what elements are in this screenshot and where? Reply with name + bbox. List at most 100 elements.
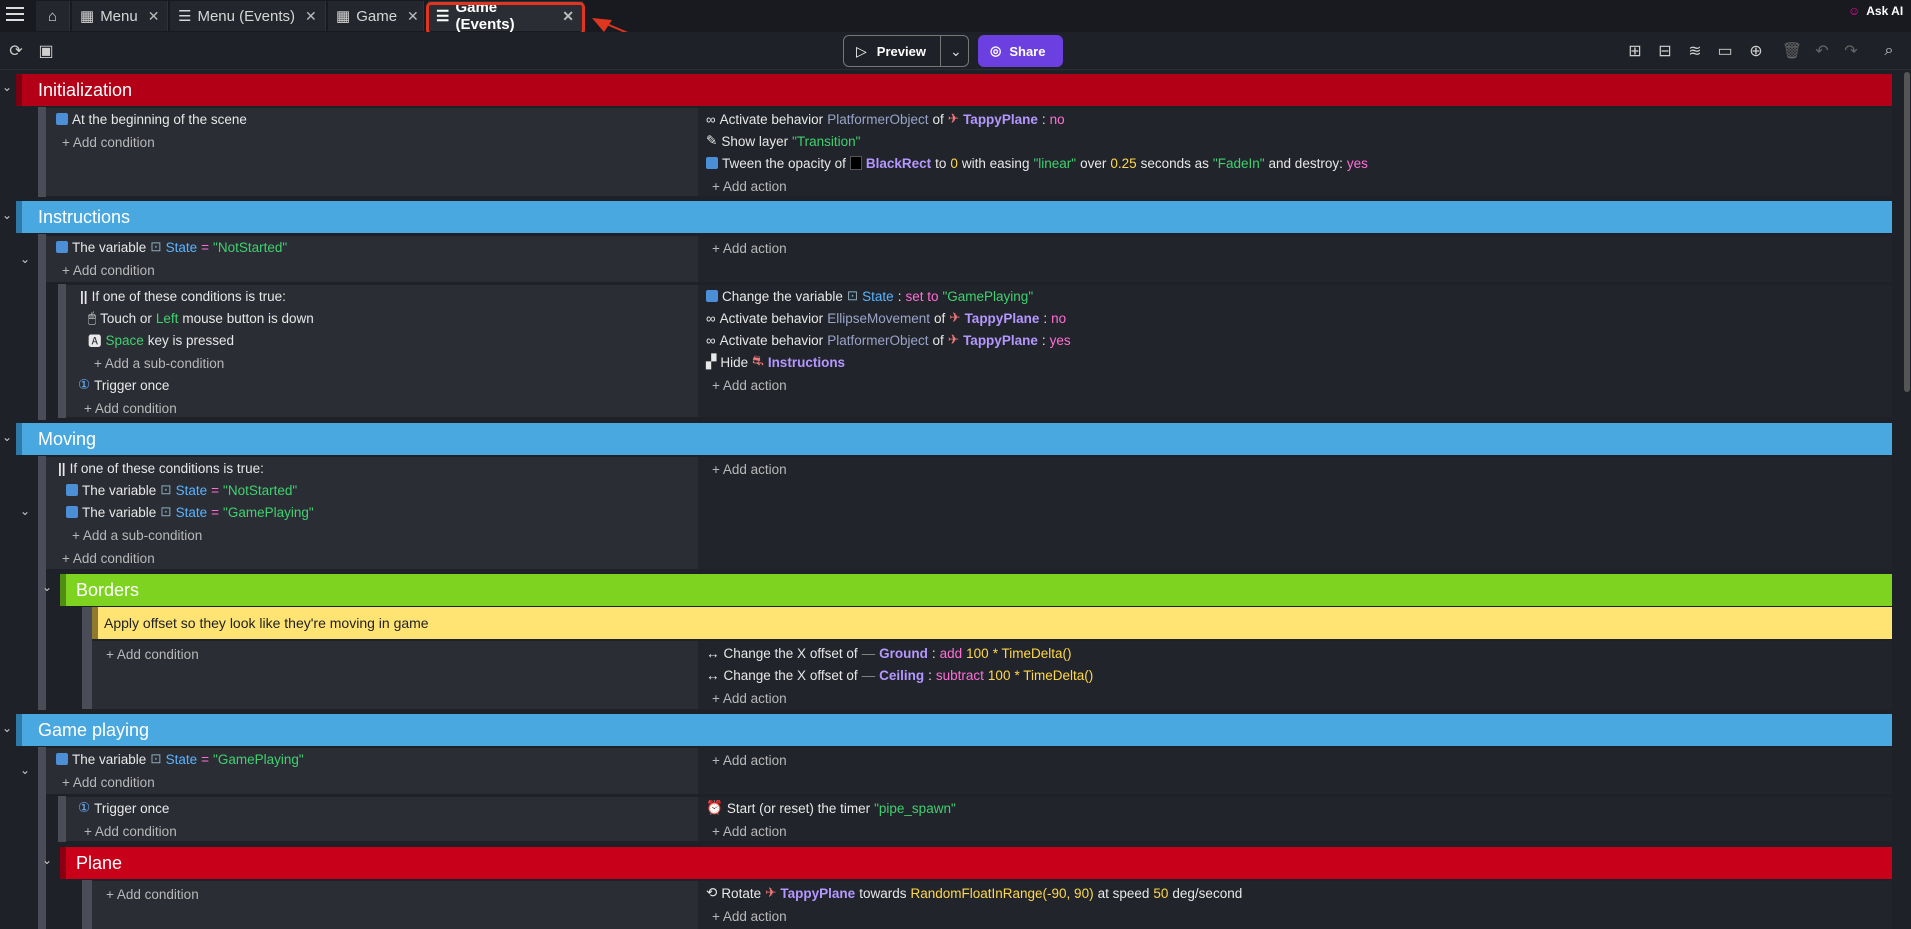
add-condition-link[interactable]: + Add condition — [62, 772, 155, 792]
scene-variable-icon: ⊡ — [150, 751, 162, 766]
add-condition-link[interactable]: + Add condition — [62, 548, 155, 568]
plane-icon: ✈ — [947, 111, 960, 126]
plane-icon: ✈ — [949, 310, 961, 325]
add-subcondition-link[interactable]: + Add a sub-condition — [72, 525, 202, 545]
layer-icon: ✎ — [706, 133, 718, 148]
chevron-down-icon[interactable]: ⌄ — [20, 252, 30, 266]
action-change-x-ceiling[interactable]: ↔ Change the X offset of — Ceiling: subtract… — [706, 665, 1093, 685]
condition-or-group[interactable]: || If one of these conditions is true: — [58, 458, 264, 478]
add-action-link[interactable]: + Add action — [712, 821, 787, 841]
play-icon: ▷ — [856, 42, 867, 59]
chevron-down-icon[interactable]: ⌄ — [950, 43, 962, 60]
comment-block[interactable]: Apply offset so they look like they're m… — [92, 607, 1892, 639]
share-button[interactable]: ◎ Share — [978, 35, 1063, 67]
condition-key-pressed[interactable]: 🅰 Space key is pressed — [88, 330, 234, 350]
scene-variable-icon: ⊡ — [846, 288, 859, 303]
condition-mouse-down[interactable]: 🖱 Touch or Left mouse button is down — [88, 308, 314, 328]
tween-icon — [706, 157, 718, 169]
action-hide[interactable]: ▞ Hide ⛐ Instructions — [706, 352, 845, 372]
add-action-link[interactable]: + Add action — [712, 688, 787, 708]
chevron-down-icon[interactable]: ⌄ — [20, 504, 30, 518]
condition-begin-scene[interactable]: At the beginning of the scene — [56, 109, 247, 129]
subevent-rail — [82, 607, 92, 709]
delete-icon[interactable]: 🗑 — [1781, 40, 1803, 62]
chevron-down-icon[interactable]: ⌄ — [2, 80, 12, 94]
condition-variable-state[interactable]: The variable ⊡ State = "GamePlaying" — [56, 749, 304, 769]
chevron-down-icon[interactable]: ⌄ — [42, 853, 52, 867]
action-rotate[interactable]: ⟲ Rotate ✈ TappyPlane towards RandomFloatInRa… — [706, 883, 1242, 903]
add-condition-link[interactable]: + Add condition — [62, 260, 155, 280]
close-icon[interactable]: ✕ — [305, 8, 317, 25]
plane-icon: ✈ — [765, 885, 777, 900]
close-icon[interactable]: ✕ — [148, 8, 160, 25]
group-game-playing[interactable]: Game playing — [16, 714, 1892, 746]
tab-menu-events[interactable]: ☰ Menu (Events) ✕ — [170, 1, 326, 31]
redo-icon[interactable]: ↷ — [1840, 40, 1862, 62]
event-rail — [38, 234, 46, 420]
subevent-rail — [82, 880, 92, 929]
chevron-down-icon[interactable]: ⌄ — [2, 721, 12, 735]
add-subcondition-link[interactable]: + Add a sub-condition — [94, 353, 224, 373]
condition-variable-state[interactable]: The variable ⊡ State = "GamePlaying" — [66, 502, 314, 522]
offset-icon: ↔ — [706, 645, 720, 661]
action-tween-opacity[interactable]: Tween the opacity of BlackRect to 0 with eas… — [706, 153, 1368, 173]
history-icon[interactable]: ⟳ — [5, 40, 27, 62]
group-plane[interactable]: Plane — [60, 847, 1892, 879]
variable-icon — [56, 753, 68, 765]
chevron-down-icon[interactable]: ⌄ — [20, 763, 30, 777]
vertical-scrollbar[interactable] — [1904, 72, 1910, 392]
add-other-icon[interactable]: ≋ — [1684, 40, 1706, 62]
add-condition-link[interactable]: + Add condition — [84, 821, 177, 841]
action-activate-behavior[interactable]: ∞ Activate behavior PlatformerObject of ✈ Tap… — [706, 109, 1065, 129]
condition-variable-state[interactable]: The variable ⊡ State = "NotStarted" — [66, 480, 297, 500]
add-condition-link[interactable]: + Add condition — [106, 644, 199, 664]
action-activate-platformer[interactable]: ∞ Activate behavior PlatformerObject of ✈ Tap… — [706, 330, 1071, 350]
scene-start-icon — [56, 113, 68, 125]
condition-trigger-once[interactable]: ① Trigger once — [78, 798, 169, 818]
tab-menu[interactable]: ▦ Menu ✕ — [72, 1, 168, 31]
comment-icon[interactable]: ▭ — [1714, 40, 1736, 62]
condition-or-group[interactable]: || If one of these conditions is true: — [80, 286, 286, 306]
keyboard-icon: 🅰 — [88, 334, 102, 349]
tab-game[interactable]: ▦ Game ✕ — [328, 1, 424, 31]
condition-variable-state[interactable]: The variable ⊡ State = "NotStarted" — [56, 237, 287, 257]
action-activate-ellipse[interactable]: ∞ Activate behavior EllipseMovement of ✈ Tapp… — [706, 308, 1066, 328]
subevent-rail — [58, 284, 66, 418]
add-event-icon[interactable]: ⊞ — [1624, 40, 1646, 62]
add-icon[interactable]: ⊕ — [1745, 40, 1767, 62]
ceiling-icon: — — [861, 667, 876, 683]
add-action-link[interactable]: + Add action — [712, 459, 787, 479]
chevron-down-icon[interactable]: ⌄ — [2, 208, 12, 222]
add-condition-link[interactable]: + Add condition — [106, 884, 199, 904]
add-action-link[interactable]: + Add action — [712, 375, 787, 395]
ai-icon: ☺ — [1848, 4, 1861, 18]
add-action-link[interactable]: + Add action — [712, 750, 787, 770]
action-change-variable[interactable]: Change the variable ⊡ State: set to "GamePla… — [706, 286, 1033, 306]
search-icon[interactable]: ⌕ — [1878, 40, 1900, 62]
preview-button[interactable]: ▷ Preview ⌄ — [843, 35, 969, 67]
action-change-x-ground[interactable]: ↔ Change the X offset of — Ground: add 100 * T… — [706, 643, 1071, 663]
variable-icon — [66, 484, 78, 496]
chevron-down-icon[interactable]: ⌄ — [2, 430, 12, 444]
group-moving[interactable]: Moving — [16, 423, 1892, 455]
add-action-link[interactable]: + Add action — [712, 906, 787, 926]
close-icon[interactable]: ✕ — [407, 8, 419, 25]
action-show-layer[interactable]: ✎ Show layer "Transition" — [706, 131, 860, 151]
undo-icon[interactable]: ↶ — [1811, 40, 1833, 62]
variable-icon — [56, 241, 68, 253]
chevron-down-icon[interactable]: ⌄ — [42, 580, 52, 594]
tab-home[interactable]: ⌂ — [36, 1, 70, 31]
ask-ai-button[interactable]: ☺ Ask AI — [1848, 4, 1903, 18]
add-subevent-icon[interactable]: ⊟ — [1654, 40, 1676, 62]
group-initialization[interactable]: Initialization — [16, 74, 1892, 106]
group-instructions[interactable]: Instructions — [16, 201, 1892, 233]
add-condition-link[interactable]: + Add condition — [62, 132, 155, 152]
save-icon[interactable]: ▣ — [35, 40, 57, 62]
menu-icon[interactable] — [6, 6, 24, 22]
action-start-timer[interactable]: ⏰ Start (or reset) the timer "pipe_spawn" — [706, 798, 956, 818]
add-condition-link[interactable]: + Add condition — [84, 398, 177, 418]
group-borders[interactable]: Borders — [60, 574, 1892, 606]
add-action-link[interactable]: + Add action — [712, 238, 787, 258]
condition-trigger-once[interactable]: ① Trigger once — [78, 375, 169, 395]
add-action-link[interactable]: + Add action — [712, 176, 787, 196]
